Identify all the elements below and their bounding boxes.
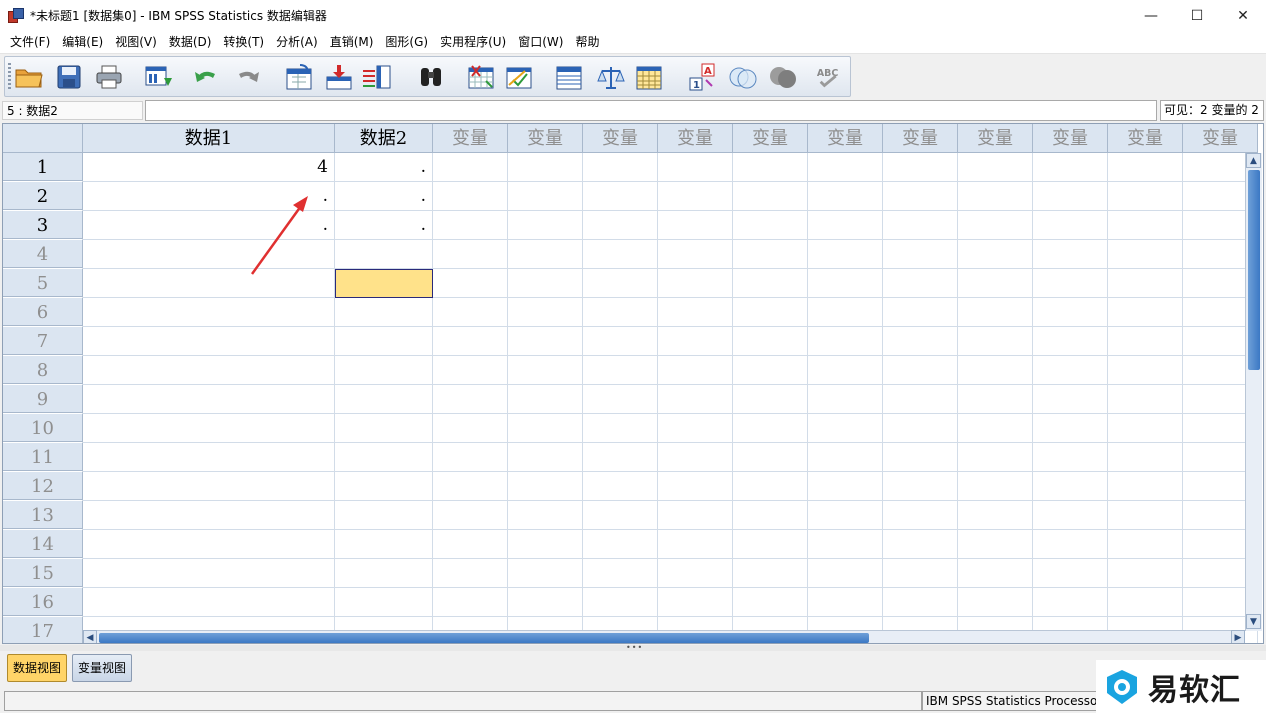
save-icon[interactable] (53, 62, 85, 92)
spss-data-editor-window: *未标题1 [数据集0] - IBM SPSS Statistics 数据编辑器… (0, 0, 1266, 713)
cell-editor-bar: 5 : 数据2 可见：2 变量的 2 (0, 99, 1266, 122)
watermark-text: 易软汇 (1148, 672, 1241, 708)
maximize-button[interactable]: ☐ (1174, 0, 1220, 31)
vertical-scrollbar[interactable]: ▲ ▼ (1245, 153, 1262, 631)
cell-value-editor[interactable] (145, 100, 1157, 121)
undo-icon[interactable] (191, 62, 223, 92)
minimize-button[interactable]: — (1128, 0, 1174, 31)
watermark: 易软汇 (1096, 660, 1266, 713)
scroll-down-icon[interactable]: ▼ (1246, 614, 1261, 629)
tab-variable-view[interactable]: 变量视图 (72, 654, 133, 682)
dialog-recall-icon[interactable] (143, 62, 175, 92)
use-sets-icon[interactable] (727, 62, 759, 92)
menu-direct-marketing[interactable]: 直销(M) (324, 31, 380, 54)
open-folder-icon[interactable] (13, 62, 45, 92)
window-title: *未标题1 [数据集0] - IBM SPSS Statistics 数据编辑器 (30, 9, 327, 23)
select-cases-icon[interactable] (503, 62, 535, 92)
svg-text:1: 1 (693, 80, 700, 91)
status-bar: IBM SPSS Statistics Processor (0, 689, 1266, 713)
data-grid-icon[interactable] (553, 62, 585, 92)
menu-edit[interactable]: 编辑(E) (56, 31, 109, 54)
vertical-scroll-thumb[interactable] (1248, 170, 1260, 370)
menu-file[interactable]: 文件(F) (4, 31, 56, 54)
value-table-icon[interactable] (633, 62, 665, 92)
menu-utilities[interactable]: 实用程序(U) (434, 31, 512, 54)
find-icon[interactable] (415, 62, 447, 92)
menu-transform[interactable]: 转换(T) (217, 31, 270, 54)
horizontal-scroll-thumb[interactable] (99, 633, 869, 643)
scroll-left-icon[interactable]: ◀ (83, 630, 97, 643)
go-to-case-icon[interactable] (283, 62, 315, 92)
toolbar-strip: A1 ABC (4, 56, 851, 97)
split-file-icon[interactable] (465, 62, 497, 92)
insert-variable-icon[interactable] (361, 62, 393, 92)
redo-icon[interactable] (231, 62, 263, 92)
tab-data-view[interactable]: 数据视图 (7, 654, 68, 682)
svg-text:A: A (704, 66, 712, 77)
spss-app-icon (8, 7, 24, 24)
menu-analyze[interactable]: 分析(A) (270, 31, 324, 54)
close-button[interactable]: ✕ (1220, 0, 1266, 31)
menu-bar: 文件(F) 编辑(E) 视图(V) 数据(D) 转换(T) 分析(A) 直销(M… (0, 31, 1266, 54)
red-arrow-icon (250, 196, 308, 275)
status-message-area (4, 691, 922, 711)
watermark-logo-icon (1107, 669, 1137, 704)
cell-reference: 5 : 数据2 (2, 101, 143, 120)
scroll-right-icon[interactable]: ▶ (1231, 630, 1245, 643)
horizontal-scrollbar[interactable]: ◀ ▶ (83, 630, 1245, 643)
menu-data[interactable]: 数据(D) (163, 31, 218, 54)
menu-help[interactable]: 帮助 (569, 31, 605, 54)
annotation-arrow-layer (250, 196, 308, 275)
toolbar: A1 ABC (0, 55, 1266, 99)
menu-window[interactable]: 窗口(W) (512, 31, 569, 54)
menu-view[interactable]: 视图(V) (109, 31, 163, 54)
print-icon[interactable] (93, 62, 125, 92)
visible-variables-info: 可见：2 变量的 2 (1160, 100, 1264, 121)
view-tab-bar: 数据视图 变量视图 (0, 651, 1266, 687)
scroll-up-icon[interactable]: ▲ (1246, 153, 1261, 168)
menu-graphs[interactable]: 图形(G) (379, 31, 434, 54)
value-labels-icon[interactable]: A1 (687, 62, 719, 92)
title-bar: *未标题1 [数据集0] - IBM SPSS Statistics 数据编辑器… (0, 0, 1266, 31)
toolbar-grip[interactable] (8, 63, 11, 91)
insert-case-icon[interactable] (323, 62, 355, 92)
spell-check-icon[interactable]: ABC (815, 62, 847, 92)
data-grid: 数据1 数据2 变量 变量 变量 变量 变量 变量 变量 变量 变量 变量 变量 1 4. 2.. 3.. 4 5 6… (2, 123, 1264, 644)
show-all-variables-icon[interactable] (767, 62, 799, 92)
weight-cases-icon[interactable] (595, 62, 627, 92)
processor-status: IBM SPSS Statistics Processor (922, 691, 1098, 711)
